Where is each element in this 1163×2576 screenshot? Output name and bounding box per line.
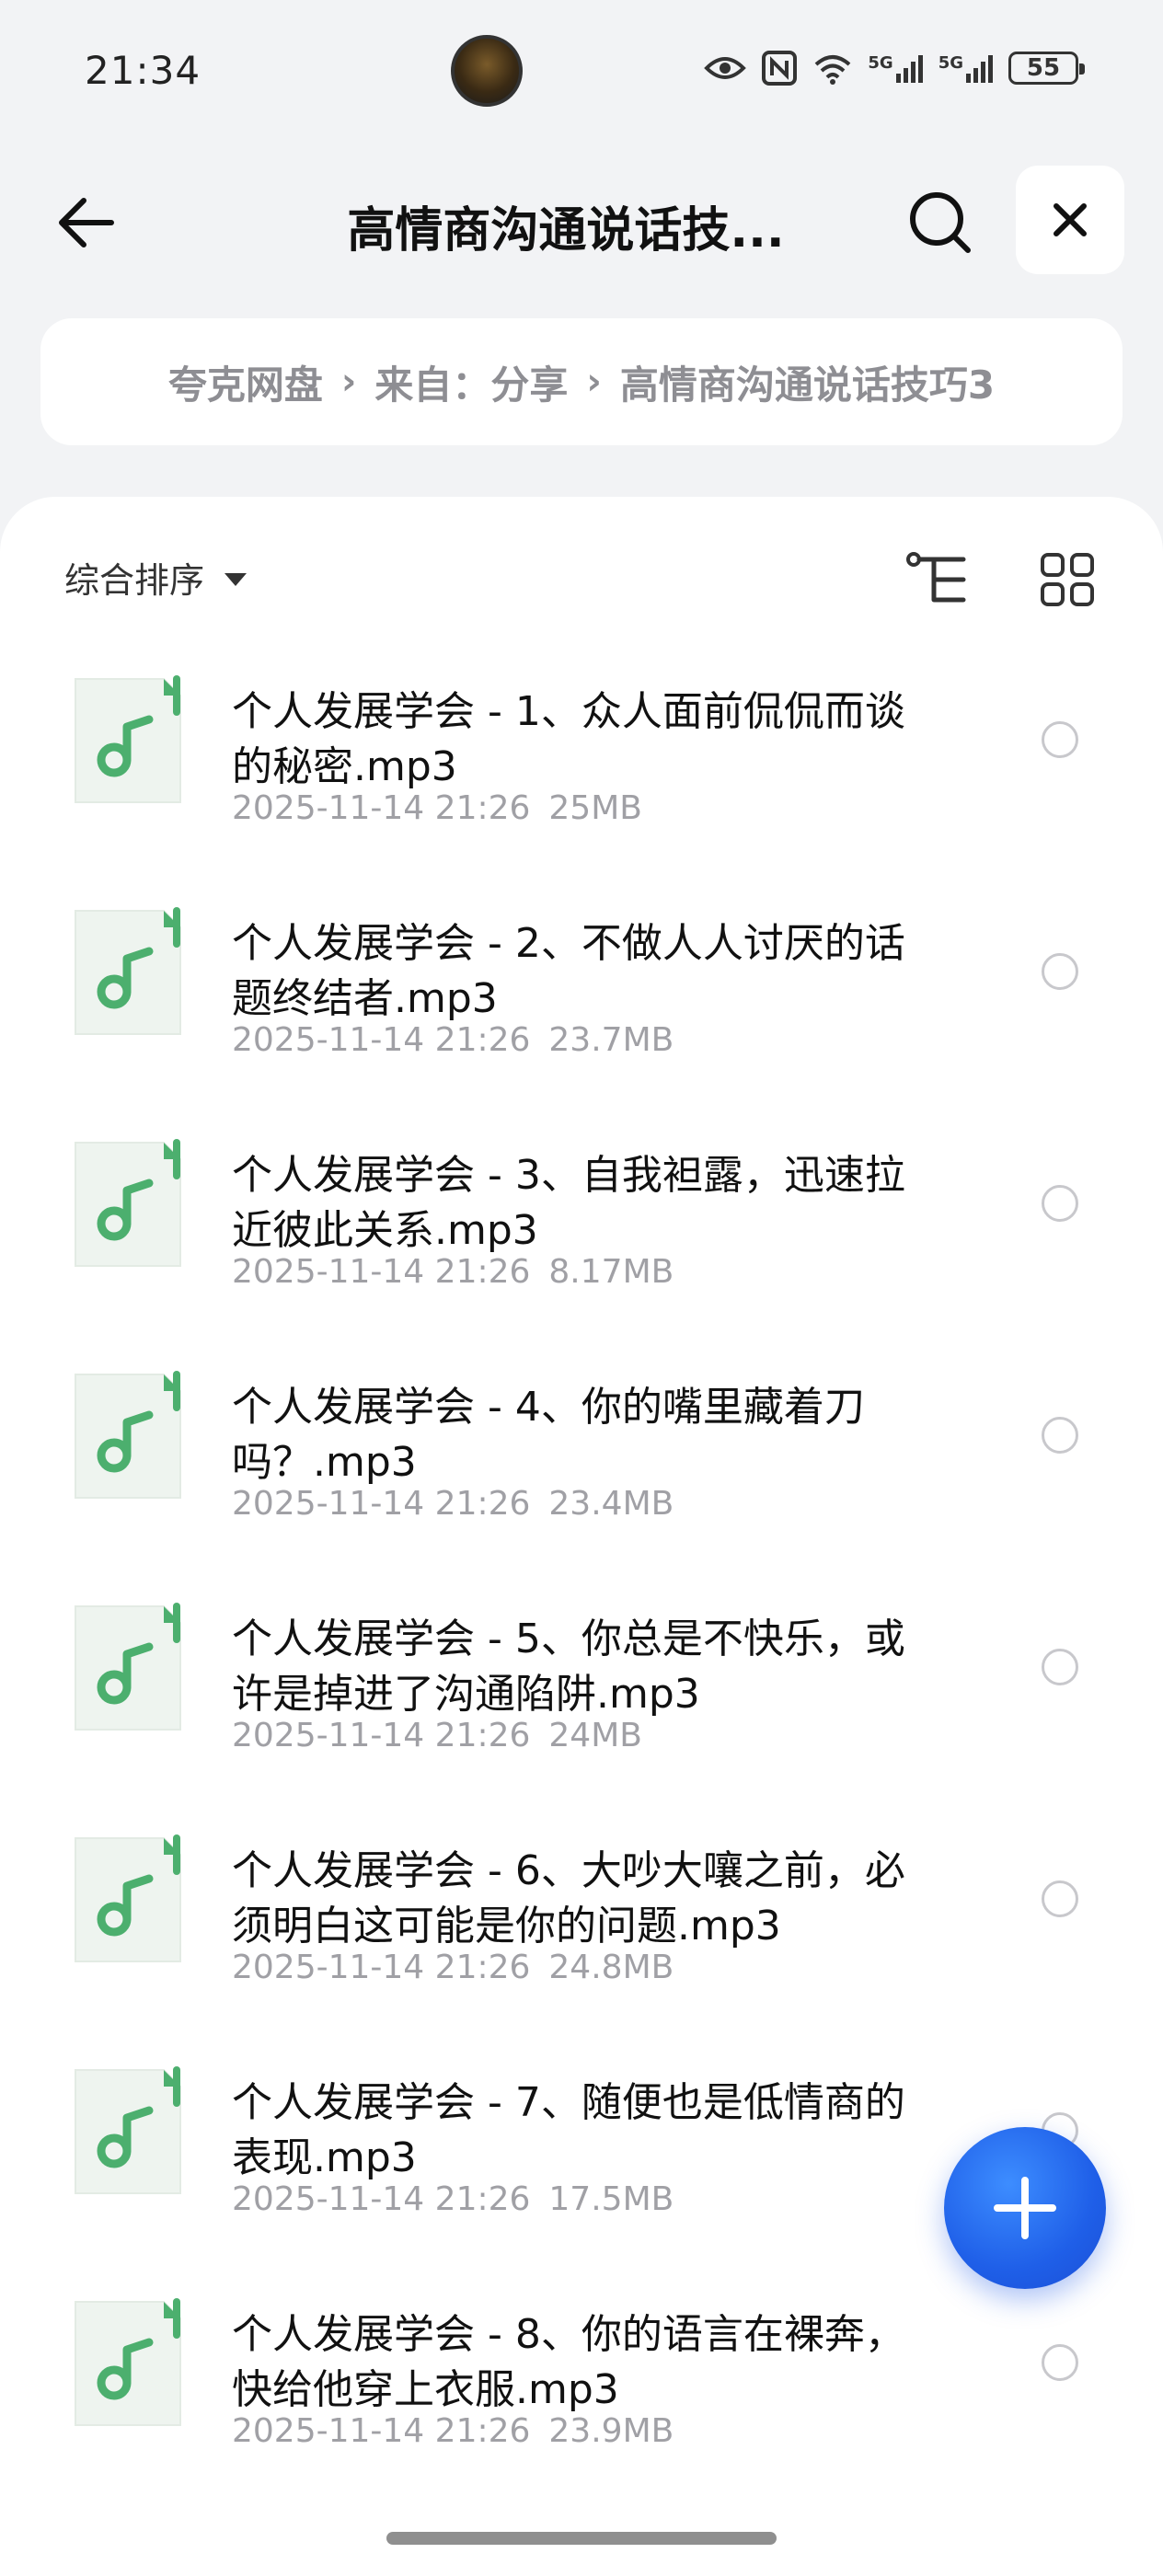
page-title: 高情商沟通说话技... [347, 203, 785, 259]
file-size: 8.17MB [548, 1253, 674, 1291]
file-meta: 2025-11-14 21:26 8.17MB [232, 1253, 674, 1291]
file-meta: 2025-11-14 21:26 24.8MB [232, 1949, 674, 1986]
file-name: 个人发展学会 - 6、大吵大嚷之前，必须明白这可能是你的问题.mp3 [232, 1847, 905, 1949]
file-name: 个人发展学会 - 2、不做人人讨厌的话题终结者.mp3 [232, 920, 905, 1022]
music-file-icon [72, 1603, 184, 1733]
music-file-icon [72, 2066, 184, 2197]
select-checkbox[interactable] [1042, 2344, 1078, 2381]
file-date: 2025-11-14 21:26 [232, 2412, 531, 2450]
file-size: 23.7MB [548, 1021, 674, 1059]
music-file-icon [72, 2298, 184, 2429]
nfc-icon [762, 51, 798, 86]
close-button[interactable] [1016, 166, 1124, 274]
breadcrumb-separator: › [340, 361, 357, 403]
file-size: 23.9MB [548, 2412, 674, 2450]
select-checkbox[interactable] [1042, 1880, 1078, 1917]
breadcrumb-root[interactable]: 夸克网盘 [168, 354, 323, 410]
file-size: 24MB [548, 1717, 642, 1754]
battery-icon: 55 [1008, 52, 1085, 85]
file-date: 2025-11-14 21:26 [232, 789, 531, 827]
select-checkbox[interactable] [1042, 1417, 1078, 1454]
search-icon [910, 192, 971, 253]
file-row[interactable]: 个人发展学会 - 4、你的嘴里藏着刀吗？.mp3 2025-11-14 21:2… [0, 1340, 1163, 1571]
file-row[interactable]: 个人发展学会 - 2、不做人人讨厌的话题终结者.mp3 2025-11-14 2… [0, 876, 1163, 1108]
music-file-icon [72, 1139, 184, 1270]
breadcrumb: 夸克网盘 › 来自：分享 › 高情商沟通说话技巧3 [40, 318, 1123, 445]
network-type-1: 5G [868, 53, 893, 73]
add-button[interactable] [944, 2127, 1106, 2289]
status-icons: 5G 5G 55 [704, 50, 1085, 86]
file-name: 个人发展学会 - 1、众人面前侃侃而谈的秘密.mp3 [232, 688, 905, 790]
file-date: 2025-11-14 21:26 [232, 1485, 531, 1523]
file-name: 个人发展学会 - 5、你总是不快乐，或许是掉进了沟通陷阱.mp3 [232, 1616, 905, 1718]
file-meta: 2025-11-14 21:26 23.9MB [232, 2412, 674, 2450]
home-indicator[interactable] [386, 2532, 777, 2545]
select-checkbox[interactable] [1042, 1649, 1078, 1685]
file-row[interactable]: 个人发展学会 - 1、众人面前侃侃而谈的秘密.mp3 2025-11-14 21… [0, 644, 1163, 876]
file-meta: 2025-11-14 21:26 23.7MB [232, 1021, 674, 1059]
file-date: 2025-11-14 21:26 [232, 1949, 531, 1986]
file-name: 个人发展学会 - 7、随便也是低情商的表现.mp3 [232, 2079, 905, 2181]
music-file-icon [72, 907, 184, 1038]
sort-label: 综合排序 [64, 560, 205, 601]
eye-icon [704, 57, 747, 79]
file-name: 个人发展学会 - 4、你的嘴里藏着刀吗？.mp3 [232, 1384, 865, 1486]
back-button[interactable] [48, 186, 121, 259]
signal-2: 5G [938, 53, 994, 83]
select-checkbox[interactable] [1042, 1185, 1078, 1222]
breadcrumb-share[interactable]: 来自：分享 [374, 354, 568, 410]
file-row[interactable]: 个人发展学会 - 6、大吵大嚷之前，必须明白这可能是你的问题.mp3 2025-… [0, 1803, 1163, 2035]
file-date: 2025-11-14 21:26 [232, 1021, 531, 1059]
notification-app-icon [451, 35, 523, 107]
file-row[interactable]: 个人发展学会 - 8、你的语言在裸奔，快给他穿上衣服.mp3 2025-11-1… [0, 2267, 1163, 2499]
signal-bars-icon [895, 55, 923, 83]
file-date: 2025-11-14 21:26 [232, 2180, 531, 2218]
file-meta: 2025-11-14 21:26 25MB [232, 789, 642, 827]
breadcrumb-separator: › [586, 361, 602, 403]
tree-view-button[interactable] [902, 543, 975, 616]
signal-1: 5G [868, 53, 923, 83]
file-size: 23.4MB [548, 1485, 674, 1523]
tree-view-icon [906, 552, 966, 603]
file-row[interactable]: 个人发展学会 - 5、你总是不快乐，或许是掉进了沟通陷阱.mp3 2025-11… [0, 1571, 1163, 1803]
file-size: 17.5MB [548, 2180, 674, 2218]
caret-down-icon [225, 572, 248, 586]
music-file-icon [72, 1371, 184, 1501]
status-time: 21:34 [85, 48, 202, 93]
file-meta: 2025-11-14 21:26 24MB [232, 1717, 642, 1754]
file-size: 24.8MB [548, 1949, 674, 1986]
search-button[interactable] [902, 184, 979, 261]
signal-bars-icon [966, 55, 993, 83]
music-file-icon [72, 675, 184, 806]
status-bar: 21:34 5G 5G 55 [0, 0, 1163, 147]
select-checkbox[interactable] [1042, 953, 1078, 990]
title-bar: 高情商沟通说话技... [0, 147, 1163, 294]
network-type-2: 5G [938, 53, 963, 73]
file-date: 2025-11-14 21:26 [232, 1253, 531, 1291]
file-meta: 2025-11-14 21:26 17.5MB [232, 2180, 674, 2218]
plus-icon [994, 2177, 1056, 2239]
select-checkbox[interactable] [1042, 721, 1078, 758]
battery-level: 55 [1026, 54, 1061, 82]
file-meta: 2025-11-14 21:26 23.4MB [232, 1485, 674, 1523]
breadcrumb-current[interactable]: 高情商沟通说话技巧3 [620, 354, 995, 410]
grid-view-button[interactable] [1031, 543, 1104, 616]
file-date: 2025-11-14 21:26 [232, 1717, 531, 1754]
file-size: 25MB [548, 789, 642, 827]
arrow-left-icon [59, 198, 114, 247]
close-icon [1054, 203, 1087, 236]
file-name: 个人发展学会 - 3、自我袒露，迅速拉近彼此关系.mp3 [232, 1152, 905, 1254]
sort-dropdown[interactable]: 综合排序 [64, 552, 248, 603]
wifi-icon [815, 55, 851, 85]
grid-view-icon [1041, 553, 1094, 606]
file-row[interactable]: 个人发展学会 - 3、自我袒露，迅速拉近彼此关系.mp3 2025-11-14 … [0, 1108, 1163, 1340]
file-name: 个人发展学会 - 8、你的语言在裸奔，快给他穿上衣服.mp3 [232, 2311, 905, 2413]
music-file-icon [72, 1834, 184, 1965]
